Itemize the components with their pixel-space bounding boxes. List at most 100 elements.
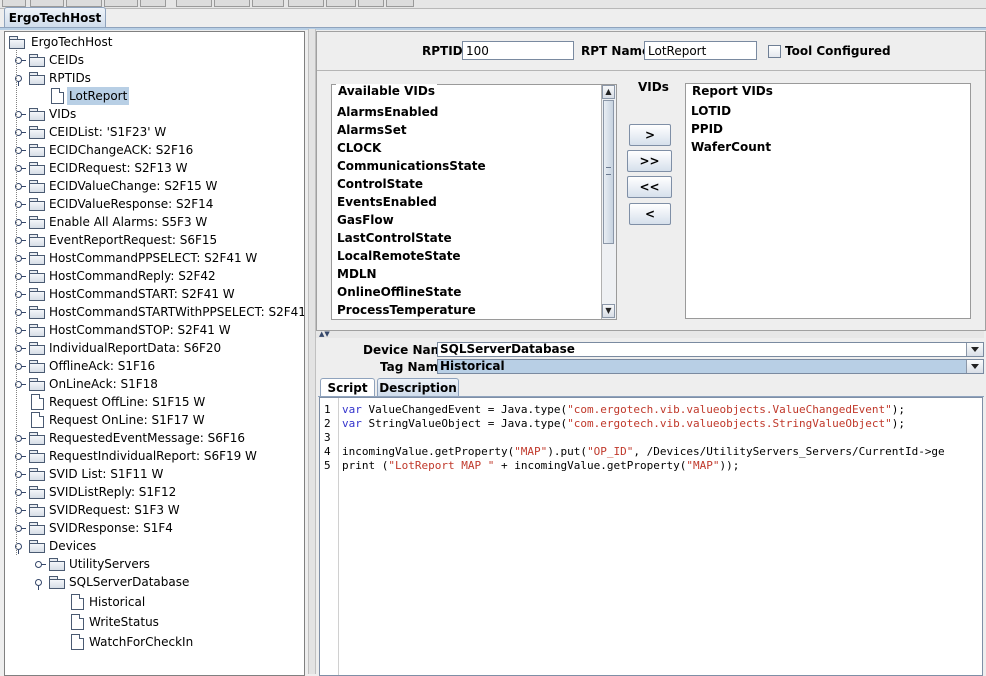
tree-item-label: IndividualReportData: S6F20 <box>49 341 222 355</box>
folder-icon <box>49 576 65 589</box>
scroll-up-button[interactable]: ▲ <box>602 85 615 99</box>
available-vid-item[interactable]: CommunicationsState <box>337 157 486 175</box>
report-vid-item[interactable]: WaferCount <box>691 138 771 156</box>
tree-root-label: ErgoTechHost <box>31 35 113 49</box>
code-line[interactable]: var StringValueObject = Java.type("com.e… <box>342 417 905 431</box>
code-text: ); <box>891 403 905 416</box>
code-line[interactable]: var ValueChangedEvent = Java.type("com.e… <box>342 403 905 417</box>
tree-item-label: CEIDList: 'S1F23' W <box>49 125 167 139</box>
code-text: print ( <box>342 459 389 472</box>
rptid-input[interactable] <box>462 41 574 60</box>
toolbar-stub <box>214 0 250 7</box>
report-vids-title: Report VIDs <box>690 84 775 98</box>
tree-item-label: RPTIDs <box>49 71 91 85</box>
tree-item-label: CEIDs <box>49 53 84 67</box>
available-vids-scrollbar[interactable]: ▲ ▼ <box>601 85 616 319</box>
code-text: ValueChangedEvent = Java.type( <box>361 403 568 416</box>
horizontal-splitter[interactable]: ▲▼ <box>316 331 984 338</box>
tree-item-label: HostCommandSTARTWithPPSELECT: S2F41 <box>49 305 305 319</box>
available-vid-item[interactable]: AlarmsEnabled <box>337 103 438 121</box>
tool-configured-checkbox[interactable] <box>768 45 781 58</box>
code-string: "com.ergotech.vib.valueobjects.StringVal… <box>567 417 892 430</box>
toolbar-stub <box>176 0 212 7</box>
window-top-strip <box>0 0 986 9</box>
available-vid-item[interactable]: AlarmsSet <box>337 121 407 139</box>
report-vid-item[interactable]: PPID <box>691 120 723 138</box>
folder-icon <box>29 450 45 463</box>
tab-script[interactable]: Script <box>320 378 375 396</box>
folder-icon <box>29 360 45 373</box>
folder-icon <box>29 216 45 229</box>
scroll-thumb[interactable] <box>603 100 614 244</box>
folder-icon <box>49 558 65 571</box>
section-divider <box>317 70 985 71</box>
code-string: "com.ergotech.vib.valueobjects.ValueChan… <box>567 403 892 416</box>
report-vids-list[interactable]: Report VIDs LOTID PPID WaferCount <box>685 83 971 319</box>
folder-icon <box>29 486 45 499</box>
toolbar-stub <box>140 0 166 7</box>
code-string: "OP_ID" <box>587 445 634 458</box>
rpt-name-label: RPT Name <box>581 44 651 58</box>
tab-ergotechhost[interactable]: ErgoTechHost <box>4 7 106 28</box>
folder-icon <box>29 198 45 211</box>
folder-icon <box>29 126 45 139</box>
chevron-down-icon[interactable] <box>966 360 983 373</box>
tag-name-select[interactable]: Historical <box>437 359 984 374</box>
collapsed-toggle-icon[interactable] <box>35 561 46 568</box>
available-vid-item[interactable]: CLOCK <box>337 139 381 157</box>
tree-item-label: SVIDResponse: S1F4 <box>49 521 173 535</box>
available-vid-item[interactable]: LastControlState <box>337 229 452 247</box>
vertical-splitter[interactable] <box>308 29 316 674</box>
tree-item-label: OnLineAck: S1F18 <box>49 377 158 391</box>
folder-icon <box>29 180 45 193</box>
tree-item-label: Historical <box>89 595 146 609</box>
folder-icon <box>29 270 45 283</box>
scroll-down-button[interactable]: ▼ <box>602 304 615 318</box>
available-vid-item[interactable]: LocalRemoteState <box>337 247 461 265</box>
tree-item-label: SVIDRequest: S1F3 W <box>49 503 180 517</box>
add-all-vids-button[interactable]: >> <box>627 150 672 172</box>
navigation-tree[interactable]: ErgoTechHost CEIDs RPTIDs LotReport VIDs CEI… <box>4 31 305 676</box>
remove-all-vids-button[interactable]: << <box>627 176 672 198</box>
add-vid-button[interactable]: > <box>629 124 671 146</box>
vids-label: VIDs <box>638 80 669 94</box>
folder-icon <box>29 162 45 175</box>
code-line[interactable]: incomingValue.getProperty("MAP").put("OP… <box>342 445 945 459</box>
available-vid-item[interactable]: MDLN <box>337 265 377 283</box>
report-vid-item[interactable]: LOTID <box>691 102 731 120</box>
tab-description[interactable]: Description <box>377 378 459 396</box>
device-name-value: SQLServerDatabase <box>440 342 575 356</box>
script-editor[interactable]: 12345 var ValueChangedEvent = Java.type(… <box>319 397 983 676</box>
rptid-label: RPTID <box>422 44 463 58</box>
document-icon <box>51 88 64 104</box>
code-string: "MAP" <box>514 445 548 458</box>
line-number: 3 <box>324 431 331 444</box>
available-vid-item[interactable]: ControlState <box>337 175 423 193</box>
rpt-name-input[interactable] <box>644 41 757 60</box>
collapse-arrows-icon[interactable]: ▲▼ <box>319 331 330 338</box>
available-vid-item[interactable]: GasFlow <box>337 211 394 229</box>
available-vid-item[interactable]: EventsEnabled <box>337 193 437 211</box>
folder-icon <box>29 288 45 301</box>
tree-item-label: VIDs <box>49 107 77 121</box>
toolbar-stub <box>104 0 138 7</box>
available-vid-item[interactable]: ProcessTemperature <box>337 301 476 319</box>
tag-name-value: Historical <box>440 359 505 373</box>
tree-item-label: WriteStatus <box>89 615 159 629</box>
toolbar-stub <box>2 0 26 7</box>
tree-item-label: ECIDChangeACK: S2F16 <box>49 143 194 157</box>
tree-item-label: SQLServerDatabase <box>69 575 190 589</box>
tree-item-label: Request OffLine: S1F15 W <box>49 395 206 409</box>
code-text: ).put( <box>547 445 588 458</box>
document-icon <box>31 412 44 428</box>
tab-underline <box>0 27 986 30</box>
chevron-down-icon[interactable] <box>966 343 983 356</box>
available-vid-item[interactable]: OnlineOfflineState <box>337 283 461 301</box>
toolbar-stub <box>30 0 64 7</box>
code-line[interactable]: print ("LotReport MAP " + incomingValue.… <box>342 459 739 473</box>
device-name-select[interactable]: SQLServerDatabase <box>437 342 984 357</box>
expanded-toggle-icon[interactable] <box>35 579 42 590</box>
toolbar-stub <box>386 0 414 7</box>
remove-vid-button[interactable]: < <box>629 203 671 225</box>
available-vids-list[interactable]: Available VIDs AlarmsEnabled AlarmsSet CLO… <box>331 84 617 320</box>
